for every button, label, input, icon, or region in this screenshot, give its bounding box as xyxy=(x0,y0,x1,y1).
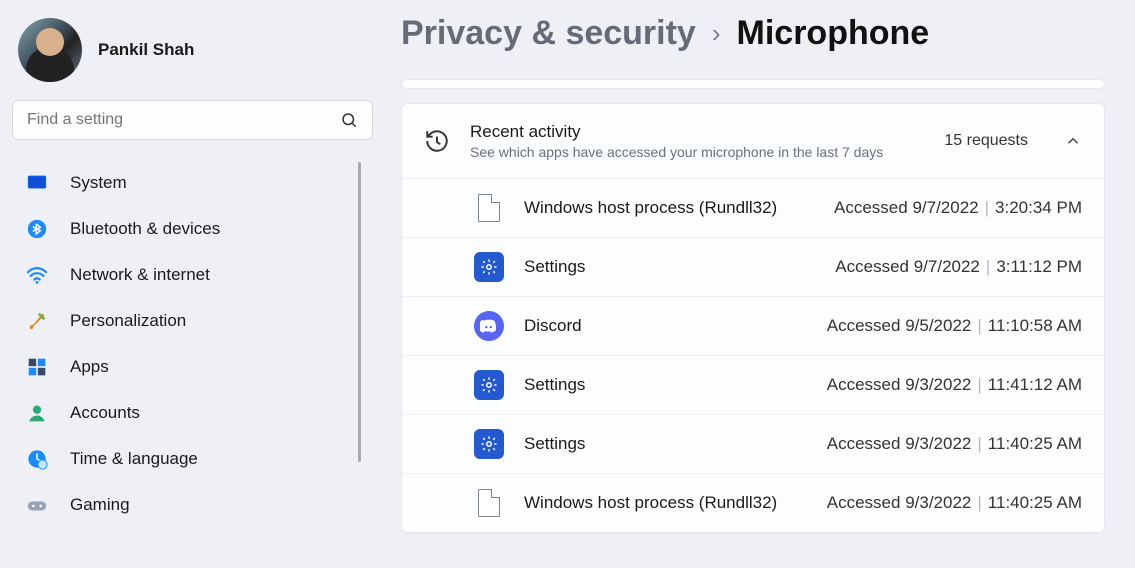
nav-item-accounts[interactable]: Accounts xyxy=(12,390,373,436)
gamepad-icon xyxy=(26,494,48,516)
nav-label: Accounts xyxy=(70,403,140,423)
access-info: Accessed 9/3/2022|11:41:12 AM xyxy=(827,375,1082,395)
nav-item-time-language[interactable]: Time & language xyxy=(12,436,373,482)
activity-row: Settings Accessed 9/7/2022|3:11:12 PM xyxy=(402,238,1104,297)
main-content: Privacy & security › Microphone Recent a… xyxy=(385,0,1135,568)
recent-activity-count: 15 requests xyxy=(944,132,1028,150)
avatar xyxy=(18,18,82,82)
access-info: Accessed 9/3/2022|11:40:25 AM xyxy=(827,434,1082,454)
recent-activity-subtitle: See which apps have accessed your microp… xyxy=(470,144,924,160)
access-info: Accessed 9/3/2022|11:40:25 AM xyxy=(827,493,1082,513)
discord-app-icon xyxy=(474,311,504,341)
search-box[interactable] xyxy=(12,100,373,140)
activity-row: Settings Accessed 9/3/2022|11:41:12 AM xyxy=(402,356,1104,415)
bluetooth-icon xyxy=(26,218,48,240)
profile-block[interactable]: Pankil Shah xyxy=(12,12,373,100)
card-spacer xyxy=(401,79,1105,89)
recent-activity-title-block: Recent activity See which apps have acce… xyxy=(470,122,924,160)
app-name: Settings xyxy=(524,256,815,278)
nav-item-gaming[interactable]: Gaming xyxy=(12,482,373,528)
access-info: Accessed 9/7/2022|3:20:34 PM xyxy=(834,198,1082,218)
file-icon xyxy=(478,489,500,517)
app-icon xyxy=(474,193,504,223)
activity-row: Discord Accessed 9/5/2022|11:10:58 AM xyxy=(402,297,1104,356)
file-icon xyxy=(478,194,500,222)
nav-scrollbar[interactable] xyxy=(358,162,361,462)
nav-label: Network & internet xyxy=(70,265,210,285)
breadcrumb-parent[interactable]: Privacy & security xyxy=(401,14,696,53)
settings-app-icon xyxy=(474,252,504,282)
app-name: Settings xyxy=(524,374,807,396)
recent-activity-card: Recent activity See which apps have acce… xyxy=(401,103,1105,533)
history-icon xyxy=(424,128,450,154)
user-name: Pankil Shah xyxy=(98,40,194,60)
brush-icon xyxy=(26,310,48,332)
monitor-icon xyxy=(26,172,48,194)
app-name: Windows host process (Rundll32) xyxy=(524,197,814,219)
nav-label: Time & language xyxy=(70,449,198,469)
globe-clock-icon xyxy=(26,448,48,470)
app-name: Settings xyxy=(524,433,807,455)
nav-label: Bluetooth & devices xyxy=(70,219,220,239)
activity-row: Windows host process (Rundll32) Accessed … xyxy=(402,474,1104,532)
search-input[interactable] xyxy=(27,111,340,129)
apps-icon xyxy=(26,356,48,378)
settings-app-icon xyxy=(474,429,504,459)
chevron-up-icon[interactable] xyxy=(1064,132,1082,150)
nav-item-network[interactable]: Network & internet xyxy=(12,252,373,298)
activity-row: Settings Accessed 9/3/2022|11:40:25 AM xyxy=(402,415,1104,474)
activity-row: Windows host process (Rundll32) Accessed … xyxy=(402,179,1104,238)
recent-activity-title: Recent activity xyxy=(470,122,924,142)
breadcrumb-current: Microphone xyxy=(737,14,930,53)
recent-activity-list: Windows host process (Rundll32) Accessed … xyxy=(402,179,1104,532)
app-icon xyxy=(474,429,504,459)
nav-item-system[interactable]: System xyxy=(12,160,373,206)
nav-item-apps[interactable]: Apps xyxy=(12,344,373,390)
nav-label: Personalization xyxy=(70,311,186,331)
search-icon xyxy=(340,111,358,129)
app-name: Discord xyxy=(524,315,807,337)
person-icon xyxy=(26,402,48,424)
app-icon xyxy=(474,311,504,341)
nav-item-personalization[interactable]: Personalization xyxy=(12,298,373,344)
nav-label: Apps xyxy=(70,357,109,377)
settings-app-icon xyxy=(474,370,504,400)
access-info: Accessed 9/7/2022|3:11:12 PM xyxy=(835,257,1082,277)
nav-item-bluetooth[interactable]: Bluetooth & devices xyxy=(12,206,373,252)
breadcrumb-separator: › xyxy=(712,18,721,49)
nav-label: System xyxy=(70,173,127,193)
nav-list: System Bluetooth & devices Network & int… xyxy=(12,160,373,528)
app-icon xyxy=(474,488,504,518)
nav-label: Gaming xyxy=(70,495,130,515)
app-icon xyxy=(474,370,504,400)
breadcrumb: Privacy & security › Microphone xyxy=(401,0,1105,79)
wifi-icon xyxy=(26,264,48,286)
app-icon xyxy=(474,252,504,282)
app-name: Windows host process (Rundll32) xyxy=(524,492,807,514)
recent-activity-header[interactable]: Recent activity See which apps have acce… xyxy=(402,104,1104,179)
access-info: Accessed 9/5/2022|11:10:58 AM xyxy=(827,316,1082,336)
sidebar: Pankil Shah System Bluetooth & devices N… xyxy=(0,0,385,568)
